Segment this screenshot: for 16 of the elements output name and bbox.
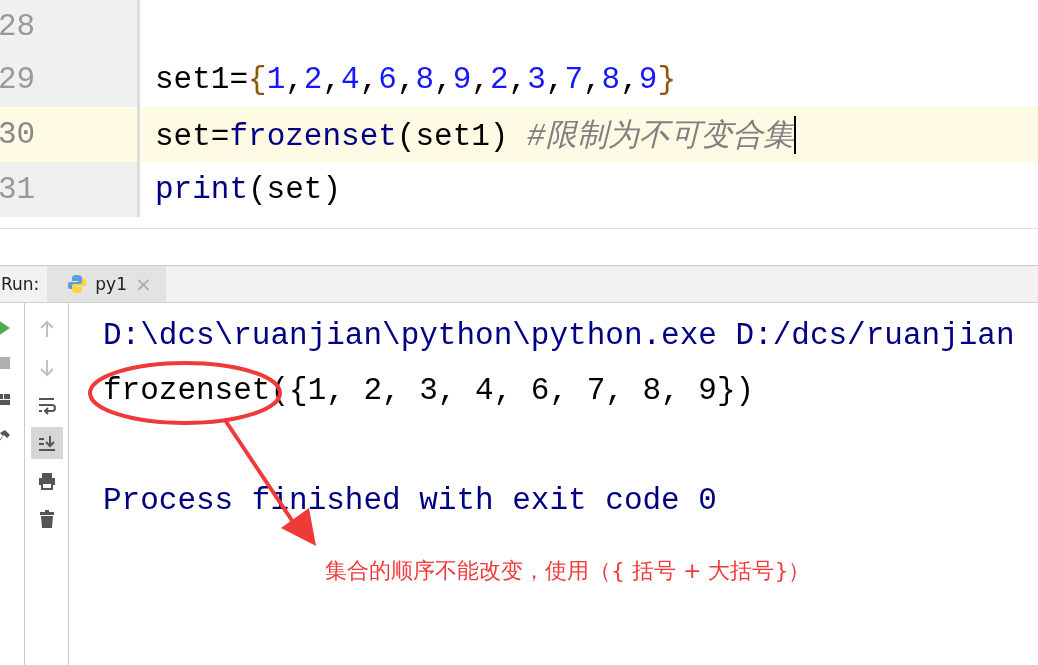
python-icon [67, 274, 88, 294]
line-number: 30 [0, 117, 36, 152]
run-tab[interactable]: py1 × [47, 266, 166, 302]
line-number: 28 [0, 8, 36, 44]
run-label: Run: [1, 274, 40, 294]
print-icon [36, 471, 57, 491]
code-text: print(set) [155, 172, 342, 207]
code-text: set1={1,2,4,6,8,9,2,3,7,8,9} [155, 62, 677, 97]
wrap-icon [36, 395, 57, 415]
scroll-end-icon [36, 433, 57, 453]
line-number: 31 [0, 172, 36, 207]
annotation-text: 集合的顺序不能改变，使用（{ 括号 + 大括号}） [325, 557, 811, 585]
code-text: set=frozenset(set1) #限制为不可变合集 [155, 117, 794, 156]
scroll-end-button[interactable] [30, 427, 63, 459]
console-line: D:\dcs\ruanjian\python\python.exe D:/dcs/ruanjian [103, 318, 1015, 353]
line-number: 29 [0, 62, 36, 97]
